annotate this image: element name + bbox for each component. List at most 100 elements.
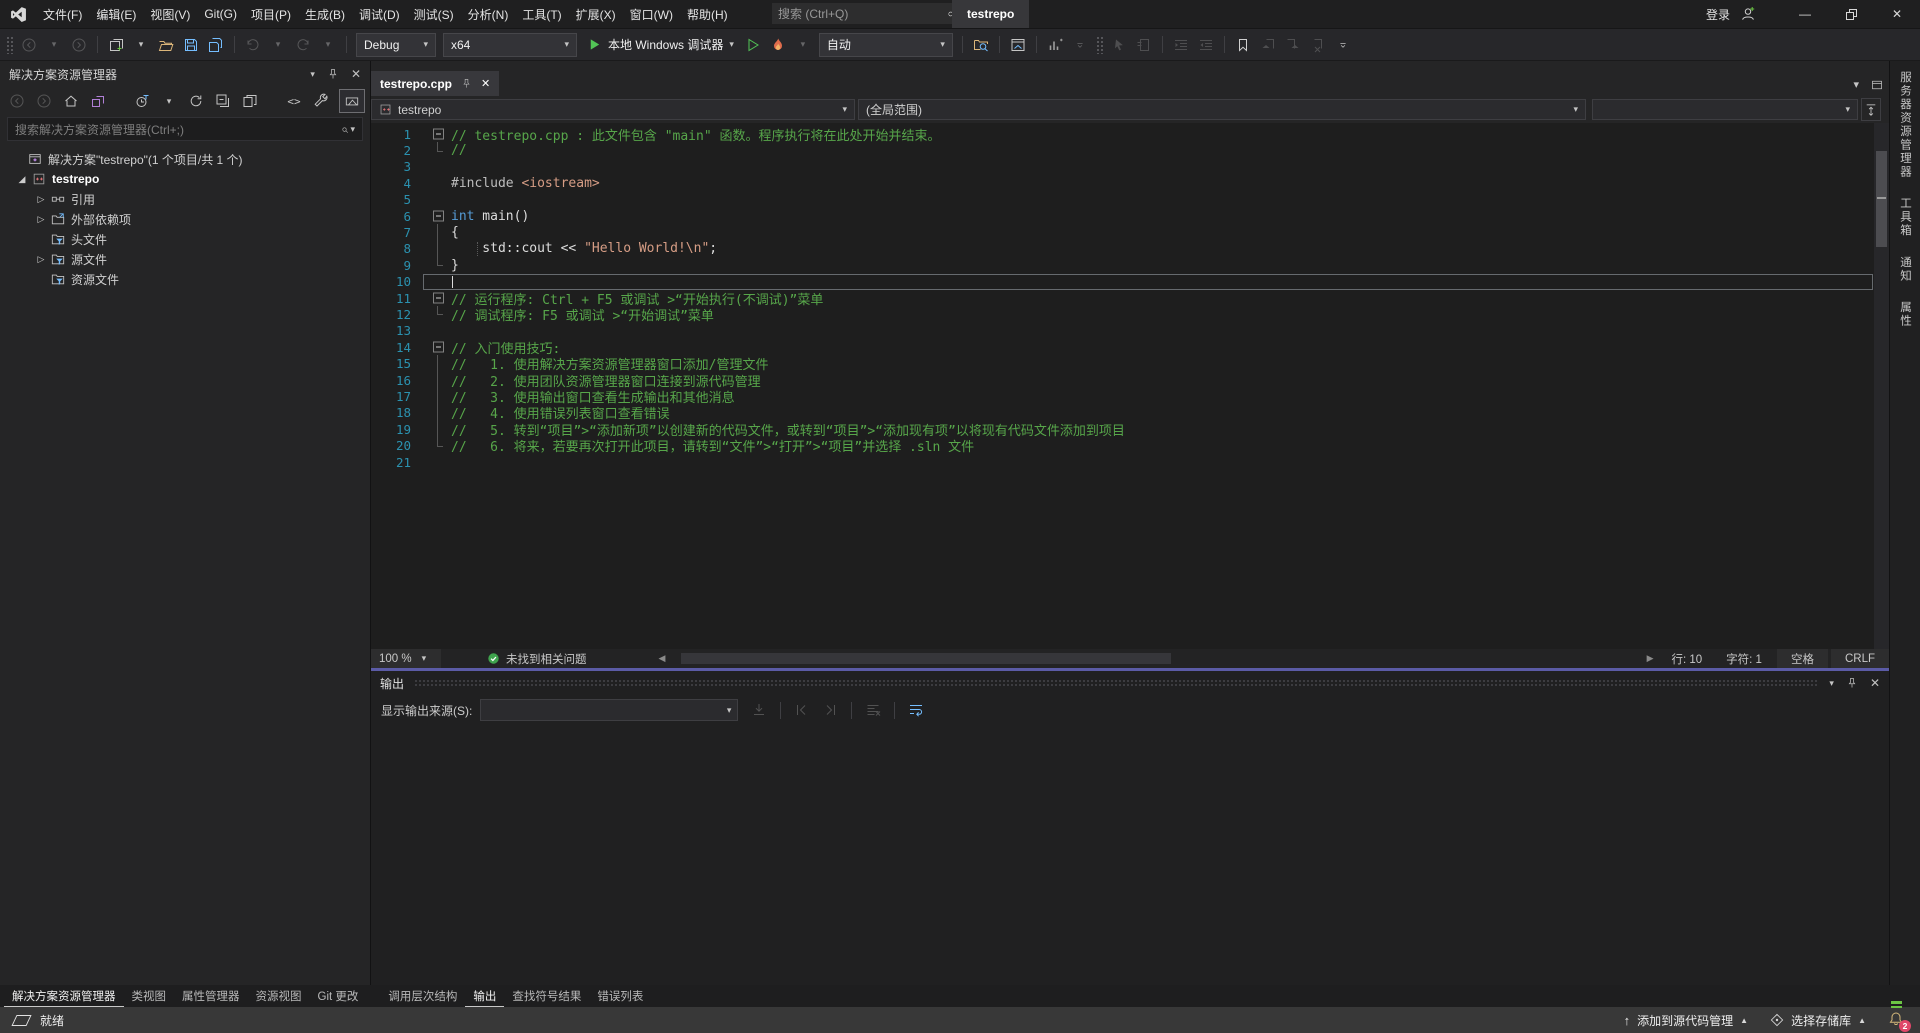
document-tab-testrepo-cpp[interactable]: testrepo.cpp ✕ [371,71,499,96]
nav-project-dropdown[interactable]: testrepo ▾ [371,99,855,120]
tree-item-2[interactable]: ▷引用 [0,189,370,209]
hot-reload-mode-select[interactable]: 自动▾ [819,33,953,57]
close-icon[interactable]: ✕ [1874,0,1920,28]
pin-icon[interactable] [1846,677,1858,689]
spaces-indicator[interactable]: 空格 [1777,649,1828,668]
switch-views-icon[interactable] [89,90,107,112]
open-folder-icon[interactable] [155,33,177,57]
find-in-files-icon[interactable] [970,33,992,57]
solution-home-icon[interactable] [1007,33,1029,57]
caret-down-icon[interactable]: ▾ [130,33,152,57]
code-editor[interactable]: 1// testrepo.cpp : 此文件包含 "main" 函数。程序执行将… [371,123,1889,649]
document-health-indicator[interactable]: 未找到相关问题 [487,651,587,667]
menu-item-12[interactable]: 帮助(H) [680,0,735,28]
preview-selected-icon[interactable] [339,89,365,113]
platform-select[interactable]: x64▾ [443,33,577,57]
menu-item-6[interactable]: 调试(D) [352,0,407,28]
fold-collapse-icon[interactable] [423,339,451,355]
tree-item-0[interactable]: 解决方案"testrepo"(1 个项目/共 1 个) [0,149,370,169]
solution-explorer-search-input[interactable]: 搜索解决方案资源管理器(Ctrl+;) ⌕▾ [7,117,363,141]
code-line[interactable]: 8 std::cout << "Hello World!\n"; [371,241,1889,257]
pin-icon[interactable] [327,68,339,80]
tree-collapsed-arrow-icon[interactable]: ▷ [33,254,49,265]
pin-icon[interactable] [461,78,472,89]
word-wrap-icon[interactable] [905,699,927,721]
restore-icon[interactable] [1828,0,1874,28]
panel-drag-handle[interactable] [414,679,1819,687]
right-tab-3[interactable]: 属性 [1897,301,1913,328]
menu-item-9[interactable]: 工具(T) [515,0,568,28]
code-line[interactable]: 19// 5. 转到“项目”>“添加新项”以创建新的代码文件，或转到“项目”>“… [371,421,1889,437]
select-repository-button[interactable]: 选择存储库 ▲ [1770,1012,1866,1029]
code-line[interactable]: 11// 运行程序: Ctrl + F5 或调试 >“开始执行(不调试)”菜单 [371,290,1889,306]
tree-item-4[interactable]: 头文件 [0,229,370,249]
code-line[interactable]: 2// [371,142,1889,158]
overflow-chevron-icon[interactable] [1332,33,1354,57]
code-line[interactable]: 3 [371,159,1889,175]
show-all-files-icon[interactable] [241,90,259,112]
scrollbar-thumb[interactable] [1876,151,1887,247]
debug-configuration-select[interactable]: Debug▾ [356,33,436,57]
close-icon[interactable]: ✕ [351,67,361,81]
code-line[interactable]: 10 [371,274,1889,290]
code-line[interactable]: 5 [371,192,1889,208]
bottom-panel-tab-3[interactable]: 错误列表 [589,985,651,1006]
refresh-icon[interactable] [187,90,205,112]
menu-item-10[interactable]: 扩展(X) [569,0,623,28]
minimize-icon[interactable]: — [1782,0,1828,28]
sign-in-button[interactable]: 登录 [1706,6,1730,23]
code-line[interactable]: 17// 3. 使用输出窗口查看生成输出和其他消息 [371,388,1889,404]
fold-collapse-icon[interactable] [423,126,451,142]
panel-tab-0[interactable]: 解决方案资源管理器 [4,985,124,1007]
scroll-left-icon[interactable]: ◀ [653,653,672,664]
save-all-icon[interactable] [205,33,227,57]
bottom-panel-tab-1[interactable]: 输出 [465,985,504,1007]
properties-wrench-icon[interactable] [312,90,330,112]
menu-item-5[interactable]: 生成(B) [298,0,352,28]
code-line[interactable]: 20// 6. 将来，若要再次打开此项目，请转到“文件”>“打开”>“项目”并选… [371,437,1889,453]
fold-collapse-icon[interactable] [423,208,451,224]
panel-tab-2[interactable]: 属性管理器 [174,985,248,1006]
play-outline-icon[interactable] [742,33,764,57]
code-line[interactable]: 13 [371,323,1889,339]
tab-list-chevron-icon[interactable]: ▾ [1853,78,1859,91]
zoom-level-select[interactable]: 100 % ▾ [371,649,441,668]
new-project-icon[interactable] [105,33,127,57]
code-line[interactable]: 16// 2. 使用团队资源管理器窗口连接到源代码管理 [371,372,1889,388]
code-line[interactable]: 4#include <iostream> [371,175,1889,191]
window-position-icon[interactable]: ▾ [1829,678,1834,689]
bottom-panel-tab-2[interactable]: 查找符号结果 [504,985,589,1006]
editor-horizontal-scrollbar[interactable] [671,649,1640,668]
add-account-person-icon[interactable] [1740,6,1756,22]
code-line[interactable]: 21 [371,454,1889,470]
window-list-icon[interactable] [1871,79,1883,91]
menu-item-7[interactable]: 测试(S) [407,0,461,28]
menu-item-3[interactable]: Git(G) [197,0,244,28]
right-tab-0[interactable]: 服务器资源管理器 [1897,71,1913,179]
caret-down-icon[interactable]: ▾ [160,90,178,112]
code-line[interactable]: 9} [371,257,1889,273]
panel-tab-1[interactable]: 类视图 [124,985,175,1006]
code-line[interactable]: 12// 调试程序: F5 或调试 >“开始调试”菜单 [371,306,1889,322]
menu-item-0[interactable]: 文件(F) [36,0,89,28]
quick-search-input[interactable]: 搜索 (Ctrl+Q) ⌕ [772,3,960,24]
panel-tab-3[interactable]: 资源视图 [248,985,310,1006]
performance-icon[interactable] [1044,33,1066,57]
notifications-button[interactable]: 2 [1888,1011,1906,1029]
code-line[interactable]: 14// 入门使用技巧: [371,339,1889,355]
tree-expanded-arrow-icon[interactable]: ◢ [14,174,30,185]
window-position-icon[interactable]: ▾ [310,69,315,80]
editor-vertical-scrollbar[interactable] [1874,123,1889,649]
scrollbar-thumb[interactable] [681,653,1171,664]
menu-item-11[interactable]: 窗口(W) [623,0,680,28]
bottom-panel-tab-0[interactable]: 调用层次结构 [380,985,465,1006]
start-debugging-button[interactable]: 本地 Windows 调试器▾ [582,33,739,57]
nav-scope-dropdown[interactable]: (全局范围) ▾ [858,99,1586,120]
bookmark-icon[interactable] [1232,33,1254,57]
right-tab-2[interactable]: 通知 [1897,256,1913,283]
panel-tab-4[interactable]: Git 更改 [310,985,367,1006]
split-editor-icon[interactable] [1861,98,1881,121]
output-source-select[interactable]: ▾ [480,699,738,721]
close-icon[interactable]: ✕ [481,77,490,90]
tree-item-6[interactable]: 资源文件 [0,269,370,289]
